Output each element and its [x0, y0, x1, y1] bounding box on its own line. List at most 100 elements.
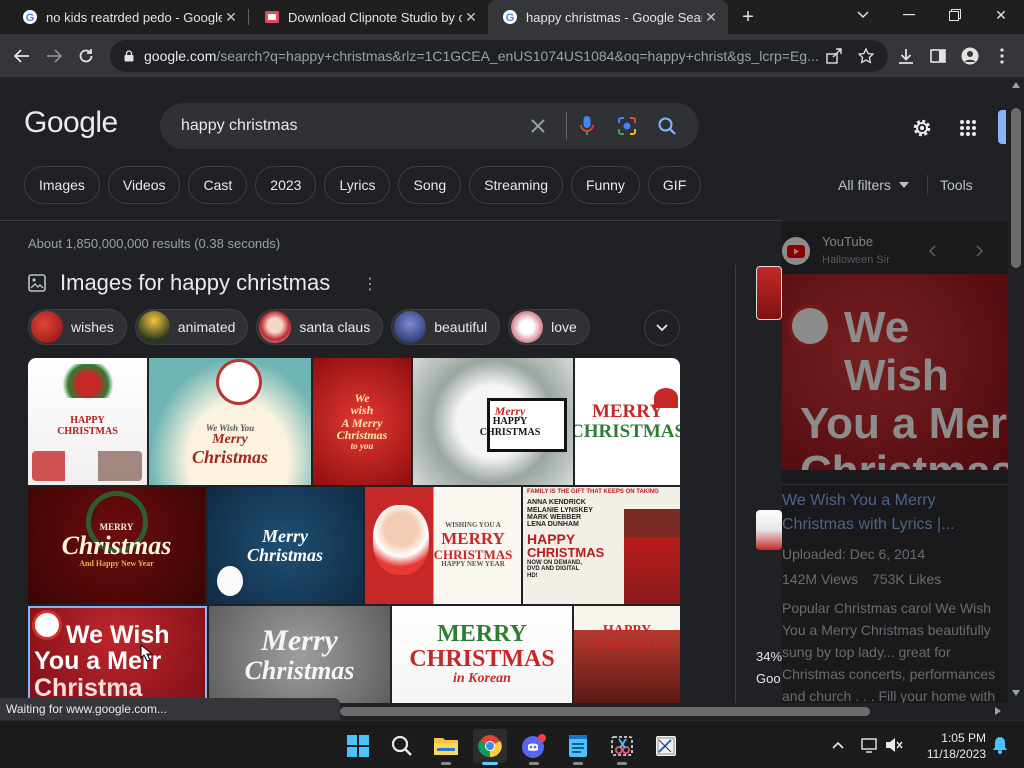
image-result[interactable]: Merry Christmas	[209, 606, 390, 703]
search-filter-chips: Images Videos Cast 2023 Lyrics Song Stre…	[24, 166, 702, 204]
search-icon[interactable]	[651, 110, 683, 142]
file-explorer-icon[interactable]	[429, 729, 463, 765]
image-result[interactable]: MERRY CHRISTMAS in Korean	[392, 606, 572, 703]
back-icon[interactable]	[8, 42, 36, 70]
settings-gear-icon[interactable]	[908, 114, 936, 142]
side-image-thumbnail[interactable]	[756, 510, 782, 550]
share-icon[interactable]	[820, 42, 848, 70]
chip-label: love	[551, 319, 577, 335]
chip-videos[interactable]: Videos	[107, 166, 181, 204]
tab-search-chevron-icon[interactable]	[840, 0, 886, 30]
refine-chip-animated[interactable]: animated	[134, 309, 249, 345]
side-text: Goo	[756, 671, 781, 686]
tray-overflow-chevron-icon[interactable]	[826, 733, 850, 757]
svg-text:G: G	[506, 12, 515, 24]
scrollbar-thumb[interactable]	[340, 707, 870, 716]
chip-gif[interactable]: GIF	[647, 166, 702, 204]
image-result[interactable]: WISHING YOU A MERRY CHRISTMAS HAPPY NEW YEA…	[365, 487, 521, 604]
forward-icon[interactable]	[40, 42, 68, 70]
chip-thumbnail	[259, 311, 292, 343]
taskbar-search-icon[interactable]	[385, 729, 419, 763]
windows-taskbar: 1:05 PM 11/18/2023	[0, 720, 1024, 768]
image-result[interactable]: Merry Christmas	[207, 487, 363, 604]
image-result[interactable]: We Wish You Merry Christmas	[149, 358, 311, 485]
google-apps-grid-icon[interactable]	[954, 114, 982, 142]
tab-2[interactable]: Download Clipnote Studio by ca ✕	[250, 0, 488, 34]
refine-chip-beautiful[interactable]: beautiful	[391, 309, 501, 345]
chip-funny[interactable]: Funny	[571, 166, 640, 204]
expand-chips-chevron-icon[interactable]	[644, 310, 680, 346]
tools-button[interactable]: Tools	[940, 177, 973, 193]
images-section-title[interactable]: Images for happy christmas	[60, 270, 330, 296]
image-result[interactable]: MERRY Christmas And Happy New Year	[28, 487, 205, 604]
chrome-taskbar-icon[interactable]	[473, 729, 507, 765]
paint-icon[interactable]	[649, 729, 683, 763]
clear-search-icon[interactable]	[522, 110, 554, 142]
clock-time: 1:05 PM	[941, 731, 986, 745]
chip-images[interactable]: Images	[24, 166, 100, 204]
bookmark-star-icon[interactable]	[852, 42, 880, 70]
browser-menu-icon[interactable]	[988, 42, 1016, 70]
tab-1[interactable]: G no kids reatrded pedo - Google ✕	[8, 0, 248, 34]
download-icon[interactable]	[892, 42, 920, 70]
image-result[interactable]: FAMILY IS THE GIFT THAT KEEPS ON TAKING A…	[523, 487, 680, 604]
search-input[interactable]: happy christmas	[181, 117, 522, 135]
chip-thumbnail	[31, 311, 63, 343]
notepad-icon[interactable]	[561, 729, 595, 765]
discord-icon[interactable]	[517, 729, 551, 765]
image-result-selected[interactable]: We Wish You a Merr Christma	[28, 606, 207, 703]
all-filters-button[interactable]: All filters	[838, 177, 909, 193]
image-result[interactable]: Merry HAPPY CHRISTMAS	[413, 358, 573, 485]
side-panel-icon[interactable]	[924, 42, 952, 70]
microphone-icon[interactable]	[571, 110, 603, 142]
chip-cast[interactable]: Cast	[188, 166, 248, 204]
running-indicator	[441, 762, 451, 765]
volume-muted-icon[interactable]	[882, 733, 906, 757]
scrollbar-thumb[interactable]	[1011, 108, 1021, 268]
mouse-cursor-icon	[140, 644, 154, 662]
image-refinement-chips: wishes animated santa claus beautiful lo…	[28, 309, 590, 345]
lock-icon[interactable]	[122, 50, 136, 62]
reload-icon[interactable]	[72, 42, 100, 70]
notification-bell-icon[interactable]	[988, 733, 1012, 757]
tab-title: Download Clipnote Studio by ca	[288, 9, 462, 25]
more-options-icon[interactable]: ⋮	[362, 274, 378, 294]
taskbar-clock[interactable]: 1:05 PM 11/18/2023	[912, 730, 986, 762]
result-stats: About 1,850,000,000 results (0.38 second…	[28, 236, 281, 251]
restore-icon[interactable]	[932, 0, 978, 30]
running-indicator	[482, 762, 498, 765]
chip-lyrics[interactable]: Lyrics	[324, 166, 391, 204]
chip-streaming[interactable]: Streaming	[469, 166, 563, 204]
image-result[interactable]: HAPPY CHRISTMAS	[574, 606, 680, 703]
refine-chip-santa-claus[interactable]: santa claus	[256, 309, 384, 345]
image-result[interactable]: We wish A Merry Christmas to you	[313, 358, 411, 485]
google-header: Google happy christmas Images Videos Cas…	[0, 78, 1008, 221]
chip-label: animated	[177, 319, 236, 335]
profile-icon[interactable]	[956, 42, 984, 70]
close-window-icon[interactable]: ✕	[978, 0, 1024, 30]
close-tab-icon[interactable]: ✕	[222, 8, 240, 26]
vertical-scrollbar[interactable]	[1008, 78, 1024, 720]
horizontal-scrollbar[interactable]	[340, 703, 1008, 720]
image-result[interactable]: MERRY CHRISTMAS	[575, 358, 680, 485]
google-logo[interactable]: Google	[24, 106, 118, 140]
side-image-thumbnail[interactable]	[756, 266, 782, 320]
snipping-tool-icon[interactable]	[605, 729, 639, 765]
search-box[interactable]: happy christmas	[160, 103, 699, 149]
refine-chip-love[interactable]: love	[508, 309, 590, 345]
image-result[interactable]: HAPPY CHRISTMAS	[28, 358, 147, 485]
column-divider	[735, 265, 736, 705]
refine-chip-wishes[interactable]: wishes	[28, 309, 127, 345]
sign-in-button[interactable]	[998, 110, 1006, 144]
display-network-icon[interactable]	[858, 733, 882, 757]
close-tab-icon[interactable]: ✕	[462, 8, 480, 26]
address-bar[interactable]: google.com/search?q=happy+christmas&rlz=…	[110, 40, 888, 72]
google-lens-icon[interactable]	[611, 110, 643, 142]
new-tab-icon[interactable]: +	[736, 5, 760, 29]
tab-3-active[interactable]: G happy christmas - Google Searcl ✕	[488, 0, 728, 34]
chip-2023[interactable]: 2023	[255, 166, 317, 204]
chip-song[interactable]: Song	[398, 166, 462, 204]
minimize-icon[interactable]	[886, 0, 932, 30]
close-tab-icon[interactable]: ✕	[702, 8, 720, 26]
start-windows-icon[interactable]	[341, 729, 375, 763]
